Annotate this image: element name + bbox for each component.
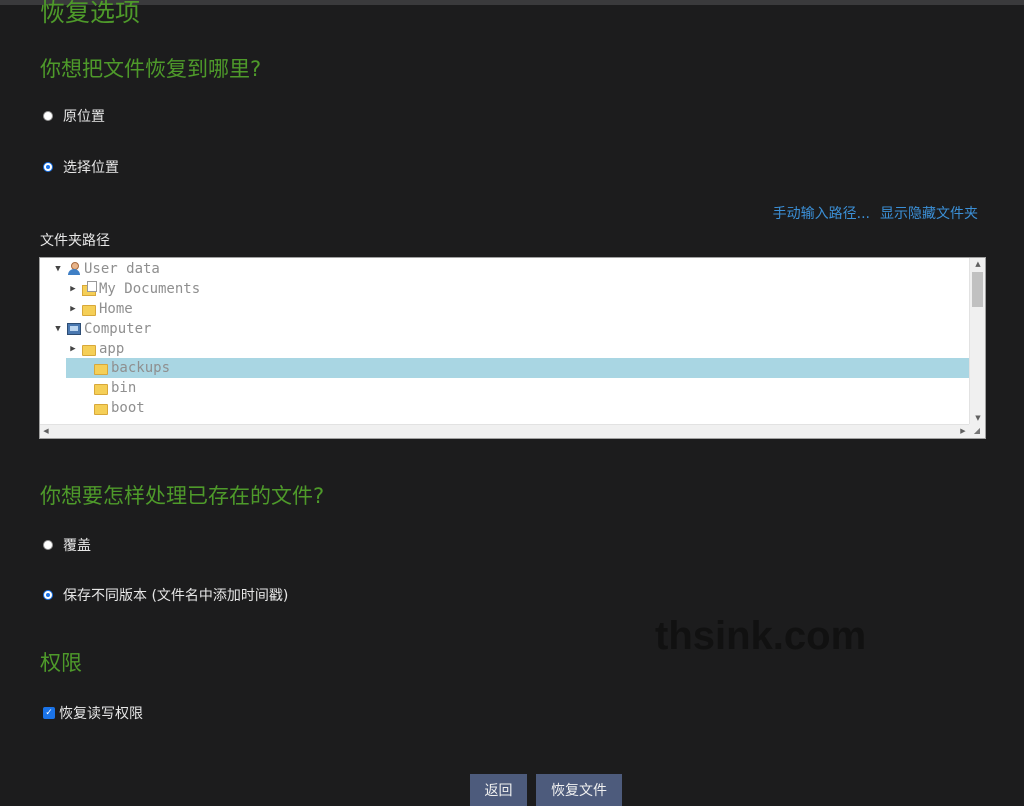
scrollbar-thumb[interactable]	[972, 272, 983, 307]
tree-node-label: Home	[99, 301, 133, 317]
tree-node-label: User data	[84, 261, 160, 277]
tree-node-boot[interactable]: boot	[40, 398, 969, 418]
collapse-arrow-icon[interactable]: ▶	[67, 344, 79, 354]
radio-button[interactable]	[43, 540, 53, 550]
top-bar	[0, 0, 1024, 5]
tree-node-bin[interactable]: bin	[40, 378, 969, 398]
radio-original-location[interactable]: 原位置	[43, 106, 105, 126]
show-hidden-folders-link[interactable]: 显示隐藏文件夹	[880, 203, 978, 223]
home-folder-icon	[82, 304, 96, 316]
tree-node-home[interactable]: ▶ Home	[40, 299, 969, 319]
horizontal-scrollbar[interactable]: ◀ ▶	[40, 424, 969, 438]
radio-label: 覆盖	[63, 538, 91, 554]
tree-node-label: app	[99, 341, 125, 357]
tree-node-label: Computer	[84, 321, 152, 337]
permissions-heading: 权限	[40, 651, 82, 675]
checkbox-checked-icon[interactable]: ✓	[43, 707, 55, 719]
folder-icon	[82, 344, 96, 356]
tree-node-computer[interactable]: ▼ Computer	[40, 319, 969, 339]
page-title: 恢复选项	[40, 0, 141, 27]
radio-choose-location[interactable]: 选择位置	[43, 157, 119, 177]
scroll-right-icon[interactable]: ▶	[957, 425, 969, 438]
tree-node-backups[interactable]: backups	[66, 358, 969, 378]
restore-files-button[interactable]: 恢复文件	[536, 774, 622, 806]
back-button[interactable]: 返回	[470, 774, 527, 806]
vertical-scrollbar[interactable]: ▲ ▼	[969, 258, 985, 424]
restore-permissions-checkbox-row[interactable]: ✓ 恢复读写权限	[43, 703, 143, 723]
folder-tree[interactable]: ▼ User data ▶ My Documents ▶ Home ▼ Comp…	[39, 257, 986, 439]
expand-arrow-icon[interactable]: ▼	[52, 264, 64, 274]
watermark: thsink.com	[655, 614, 867, 658]
tree-node-label: boot	[111, 400, 145, 416]
scroll-left-icon[interactable]: ◀	[40, 425, 52, 438]
folder-icon	[94, 403, 108, 415]
radio-label: 原位置	[63, 109, 105, 125]
scroll-down-icon[interactable]: ▼	[970, 412, 985, 424]
user-icon	[67, 262, 81, 276]
location-heading: 你想把文件恢复到哪里?	[40, 57, 262, 81]
checkbox-label: 恢复读写权限	[59, 706, 143, 722]
existing-files-heading: 你想要怎样处理已存在的文件?	[40, 484, 325, 508]
tree-node-app[interactable]: ▶ app	[40, 339, 969, 359]
tree-node-label: bin	[111, 380, 137, 396]
manual-path-link[interactable]: 手动输入路径...	[773, 203, 870, 223]
tree-node-user-data[interactable]: ▼ User data	[40, 259, 969, 279]
radio-label: 选择位置	[63, 160, 119, 176]
link-folder-icon	[94, 383, 108, 395]
tree-node-label: backups	[111, 360, 171, 376]
radio-overwrite[interactable]: 覆盖	[43, 535, 91, 555]
computer-icon	[67, 323, 81, 335]
folder-icon	[94, 363, 108, 375]
tree-node-label: My Documents	[99, 281, 201, 297]
radio-label: 保存不同版本 (文件名中添加时间戳)	[63, 588, 289, 604]
collapse-arrow-icon[interactable]: ▶	[67, 304, 79, 314]
radio-button[interactable]	[43, 111, 53, 121]
expand-arrow-icon[interactable]: ▼	[52, 324, 64, 334]
radio-button-checked[interactable]	[43, 162, 53, 172]
documents-folder-icon	[82, 280, 97, 296]
tree-node-my-documents[interactable]: ▶ My Documents	[40, 279, 969, 299]
radio-save-versions[interactable]: 保存不同版本 (文件名中添加时间戳)	[43, 585, 288, 605]
folder-path-label: 文件夹路径	[40, 233, 110, 249]
resize-grip-icon[interactable]: ◢	[969, 424, 985, 438]
collapse-arrow-icon[interactable]: ▶	[67, 284, 79, 294]
scroll-up-icon[interactable]: ▲	[970, 258, 985, 270]
path-links: 手动输入路径... 显示隐藏文件夹	[773, 203, 978, 223]
radio-button-checked[interactable]	[43, 590, 53, 600]
